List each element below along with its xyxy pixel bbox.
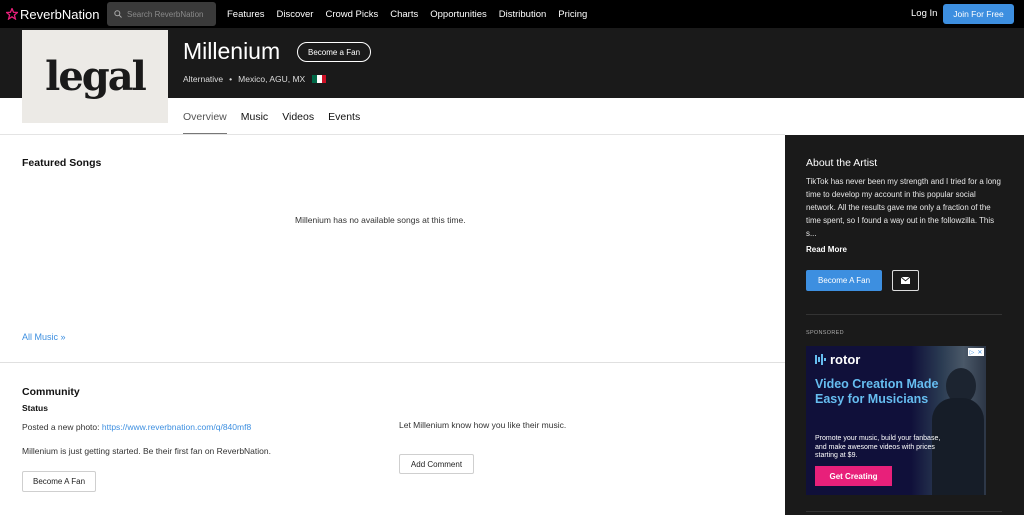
read-more-link[interactable]: Read More [806,245,847,254]
add-comment-button[interactable]: Add Comment [399,454,474,474]
nav-link-distribution[interactable]: Distribution [499,9,547,20]
about-heading: About the Artist [806,157,878,169]
ad-headline: Video Creation Made Easy for Musicians [815,377,939,406]
envelope-icon [901,277,910,284]
ad-cta-button[interactable]: Get Creating [815,466,892,486]
status-post-prefix: Posted a new photo: [22,422,102,432]
nav-link-pricing[interactable]: Pricing [558,9,587,20]
sidebar-divider-bottom [806,511,1002,512]
tab-overview[interactable]: Overview [183,98,227,135]
ad-brand: rotor [815,352,860,367]
no-songs-message: Millenium has no available songs at this… [295,215,466,225]
artist-genre: Alternative [183,74,224,84]
nav-link-features[interactable]: Features [227,9,265,20]
logo-text: ReverbNation [20,6,100,22]
artist-avatar[interactable]: legal [22,30,168,123]
sidebar-divider [806,314,1002,315]
about-sidebar: About the Artist TikTok has never been m… [785,135,1024,515]
nav-link-opportunities[interactable]: Opportunities [430,9,487,20]
message-button[interactable] [892,270,919,291]
first-fan-message: Millenium is just getting started. Be th… [22,446,271,456]
community-heading: Community [22,386,80,398]
ad-copy: Promote your music, build your fanbase, … [815,435,941,459]
header-become-fan-button[interactable]: Become a Fan [297,42,371,62]
reverbnation-logo[interactable]: ReverbNation [6,6,100,22]
tab-videos[interactable]: Videos [282,98,314,135]
sponsored-ad[interactable]: rotor Video Creation Made Easy for Music… [806,346,986,495]
tab-events[interactable]: Events [328,98,360,135]
featured-songs-heading: Featured Songs [22,157,102,169]
artist-tabs: Overview Music Videos Events [183,98,374,135]
status-post-link[interactable]: https://www.reverbnation.com/q/840mf8 [102,422,251,432]
all-music-link[interactable]: All Music » [22,332,66,342]
section-divider [0,362,785,363]
login-link[interactable]: Log In [911,8,937,19]
top-navigation: ReverbNation Features Discover Crowd Pic… [0,0,1024,28]
artist-bio: TikTok has never been my strength and I … [806,177,1001,238]
search-input[interactable] [127,9,213,19]
ad-choices-icon[interactable]: ▷ ✕ [968,348,984,356]
join-button[interactable]: Join For Free [943,4,1014,24]
mexico-flag-icon [312,75,327,83]
status-label: Status [22,403,48,413]
main-nav-links: Features Discover Crowd Picks Charts Opp… [227,0,599,28]
ad-brand-name: rotor [830,352,861,367]
artist-logo-text: legal [45,53,147,100]
artist-logo-image: legal [45,53,149,100]
nav-link-charts[interactable]: Charts [390,9,418,20]
search-box[interactable] [107,2,216,26]
status-post: Posted a new photo: https://www.reverbna… [22,422,251,432]
tabs-divider [0,134,785,135]
artist-name: Millenium [183,38,281,64]
star-logo-icon [6,8,18,20]
artist-location: Mexico, AGU, MX [238,74,306,84]
sponsored-label: SPONSORED [806,330,844,336]
nav-link-discover[interactable]: Discover [277,9,314,20]
comment-prompt: Let Millenium know how you like their mu… [399,420,567,430]
sidebar-become-fan-button[interactable]: Become A Fan [806,270,882,291]
rotor-logo-icon [815,354,826,365]
community-become-fan-button[interactable]: Become A Fan [22,471,96,492]
artist-meta: Alternative • Mexico, AGU, MX [183,74,327,84]
tab-music[interactable]: Music [241,98,268,135]
ad-musician-photo [911,346,986,495]
search-icon [114,10,122,18]
meta-separator: • [229,74,233,84]
nav-link-crowd-picks[interactable]: Crowd Picks [325,9,378,20]
